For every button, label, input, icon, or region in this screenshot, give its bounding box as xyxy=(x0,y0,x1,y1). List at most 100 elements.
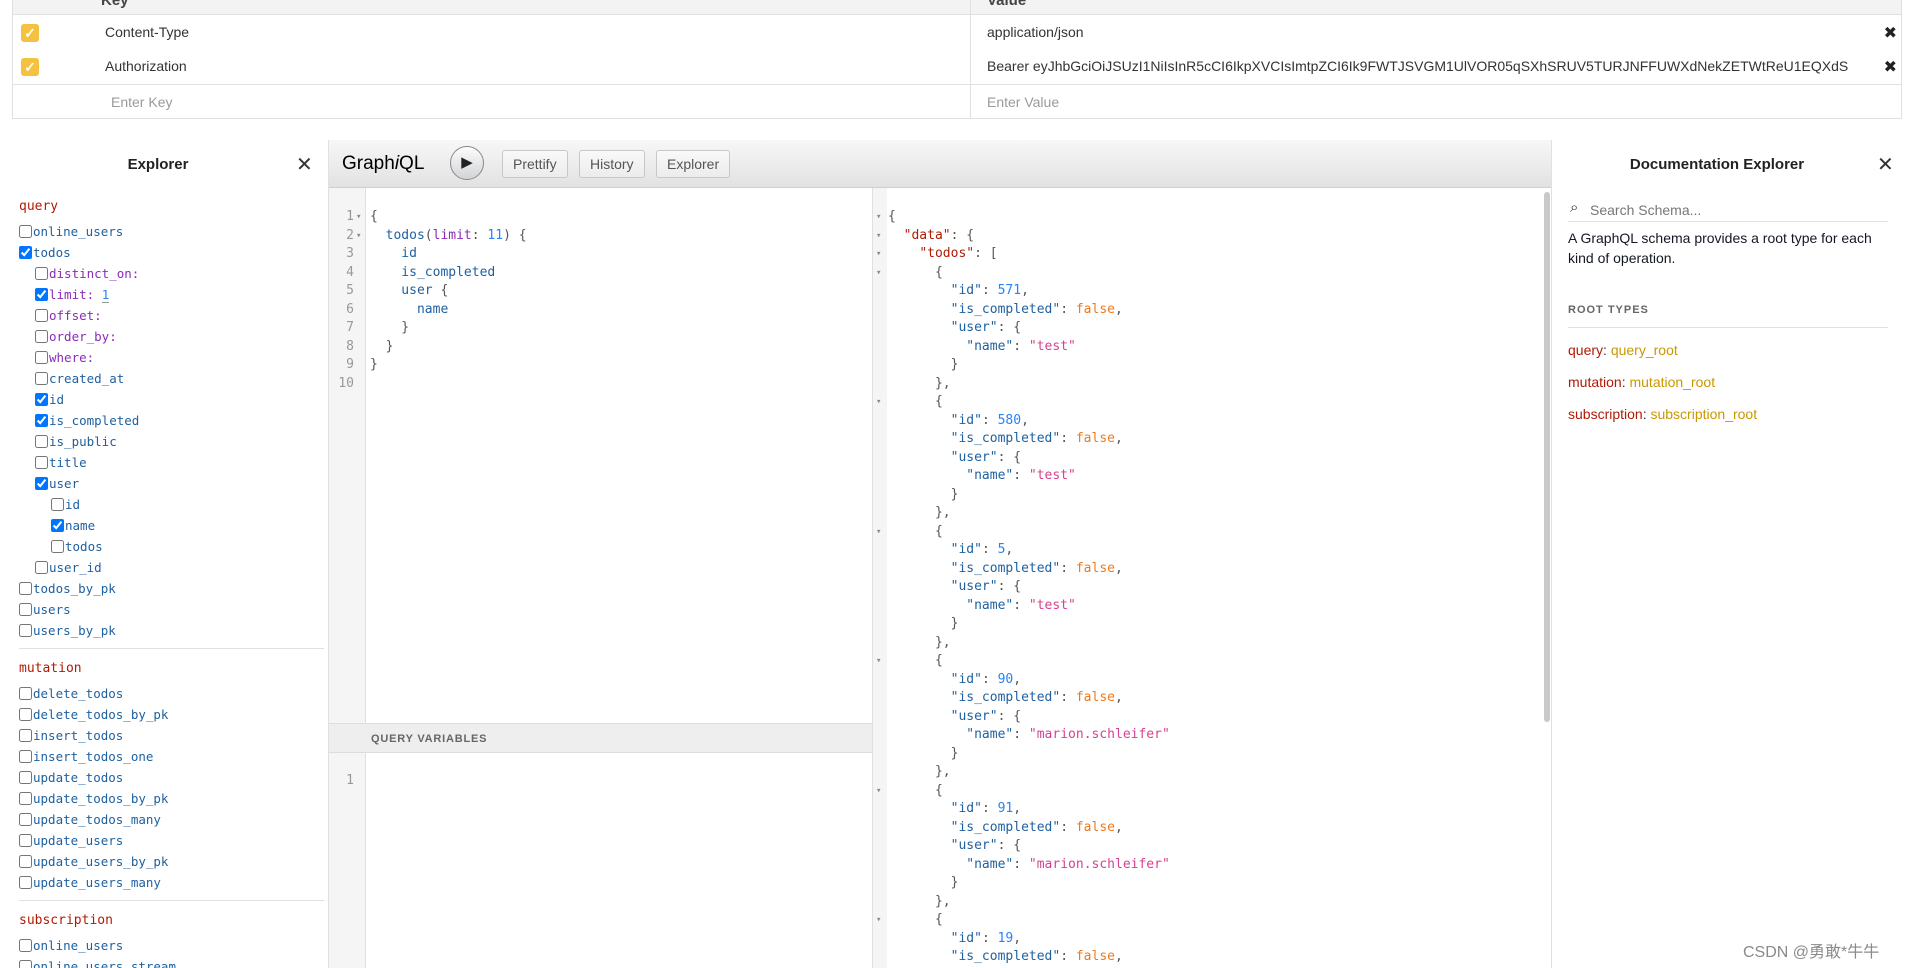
field-checkbox[interactable] xyxy=(51,498,64,511)
fold-toggle-icon[interactable]: ▾ xyxy=(874,393,888,412)
execute-query-button[interactable]: ▶ xyxy=(450,146,484,180)
root-type-link[interactable]: mutation_root xyxy=(1629,374,1715,390)
new-header-value-input[interactable]: Enter Value xyxy=(987,94,1857,110)
close-docs-icon[interactable]: ✕ xyxy=(1877,152,1894,177)
header-key[interactable]: Authorization xyxy=(105,58,187,74)
explorer-arg-where[interactable]: where: xyxy=(19,347,324,368)
field-checkbox[interactable] xyxy=(35,561,48,574)
fold-toggle-icon[interactable]: ▾ xyxy=(874,523,888,542)
fold-toggle-icon[interactable]: ▾ xyxy=(354,208,366,227)
result-scrollbar[interactable] xyxy=(1544,192,1550,722)
explorer-field-is-public[interactable]: is_public xyxy=(19,431,324,452)
fold-toggle-icon[interactable]: ▾ xyxy=(874,227,888,246)
delete-header-icon[interactable]: ✖ xyxy=(1884,23,1897,43)
fold-toggle-icon[interactable]: ▾ xyxy=(874,782,888,801)
fold-toggle-icon[interactable]: ▾ xyxy=(874,245,888,264)
explorer-field-todos[interactable]: todos xyxy=(19,242,324,263)
close-explorer-icon[interactable]: ✕ xyxy=(296,152,313,177)
field-checkbox[interactable] xyxy=(19,813,32,826)
field-checkbox[interactable] xyxy=(35,372,48,385)
new-header-key-input[interactable]: Enter Key xyxy=(111,94,172,110)
field-checkbox[interactable] xyxy=(19,876,32,889)
explorer-arg-order-by[interactable]: order_by: xyxy=(19,326,324,347)
arg-checkbox[interactable] xyxy=(35,330,48,343)
query-editor[interactable]: 1 ▾{2 ▾ todos(limit: 11) {3 id 4 is_complet… xyxy=(329,208,526,393)
explorer-field-user-id[interactable]: id xyxy=(19,494,324,515)
query-variables-bar[interactable]: QUERY VARIABLES xyxy=(329,723,872,753)
explorer-field-online-users[interactable]: online_users xyxy=(19,935,324,956)
field-checkbox[interactable] xyxy=(19,855,32,868)
explorer-field-update-todos-many[interactable]: update_todos_many xyxy=(19,809,324,830)
explorer-field-users[interactable]: users xyxy=(19,599,324,620)
fold-toggle-icon[interactable]: ▾ xyxy=(874,911,888,930)
field-checkbox[interactable] xyxy=(19,834,32,847)
field-checkbox[interactable] xyxy=(19,792,32,805)
explorer-field-online-users[interactable]: online_users xyxy=(19,221,324,242)
explorer-field-user-id-fk[interactable]: user_id xyxy=(19,557,324,578)
root-type-link[interactable]: query_root xyxy=(1611,342,1678,358)
field-checkbox[interactable] xyxy=(35,477,48,490)
explorer-button[interactable]: Explorer xyxy=(656,150,731,178)
explorer-field-delete-todos-by-pk[interactable]: delete_todos_by_pk xyxy=(19,704,324,725)
explorer-arg-limit[interactable]: limit: 1 xyxy=(19,284,324,305)
explorer-field-update-todos-by-pk[interactable]: update_todos_by_pk xyxy=(19,788,324,809)
explorer-field-update-users[interactable]: update_users xyxy=(19,830,324,851)
fold-toggle-icon[interactable]: ▾ xyxy=(354,227,366,246)
fold-toggle-icon[interactable]: ▾ xyxy=(874,652,888,671)
explorer-arg-offset[interactable]: offset: xyxy=(19,305,324,326)
arg-checkbox[interactable] xyxy=(35,267,48,280)
field-checkbox[interactable] xyxy=(35,414,48,427)
root-type-link[interactable]: subscription_root xyxy=(1650,406,1757,422)
schema-search-input[interactable]: ⌕ Search Schema... xyxy=(1568,196,1888,222)
explorer-field-title[interactable]: title xyxy=(19,452,324,473)
field-checkbox[interactable] xyxy=(19,750,32,763)
header-enabled-checkbox[interactable]: ✓ xyxy=(21,58,39,76)
field-checkbox[interactable] xyxy=(19,687,32,700)
arg-checkbox[interactable] xyxy=(35,288,48,301)
explorer-field-created-at[interactable]: created_at xyxy=(19,368,324,389)
query-variables-editor[interactable] xyxy=(371,772,866,952)
history-button[interactable]: History xyxy=(579,150,645,178)
field-checkbox[interactable] xyxy=(19,603,32,616)
field-checkbox[interactable] xyxy=(19,582,32,595)
explorer-field-insert-todos[interactable]: insert_todos xyxy=(19,725,324,746)
fold-toggle-icon[interactable]: ▾ xyxy=(874,208,888,227)
explorer-field-update-todos[interactable]: update_todos xyxy=(19,767,324,788)
field-checkbox[interactable] xyxy=(19,225,32,238)
field-checkbox[interactable] xyxy=(19,771,32,784)
field-checkbox[interactable] xyxy=(51,519,64,532)
delete-header-icon[interactable]: ✖ xyxy=(1884,57,1897,77)
explorer-field-todos-by-pk[interactable]: todos_by_pk xyxy=(19,578,324,599)
field-checkbox[interactable] xyxy=(19,939,32,952)
field-checkbox[interactable] xyxy=(35,456,48,469)
explorer-field-user[interactable]: user xyxy=(19,473,324,494)
field-checkbox[interactable] xyxy=(35,435,48,448)
field-checkbox[interactable] xyxy=(19,960,32,968)
header-value[interactable]: Bearer eyJhbGciOiJSUzI1NiIsInR5cCI6IkpXV… xyxy=(987,58,1857,74)
explorer-field-id[interactable]: id xyxy=(19,389,324,410)
explorer-field-update-users-many[interactable]: update_users_many xyxy=(19,872,324,893)
explorer-field-user-name[interactable]: name xyxy=(19,515,324,536)
header-value[interactable]: application/json xyxy=(987,24,1857,40)
header-key[interactable]: Content-Type xyxy=(105,24,189,40)
explorer-field-insert-todos-one[interactable]: insert_todos_one xyxy=(19,746,324,767)
explorer-arg-distinct-on[interactable]: distinct_on: xyxy=(19,263,324,284)
explorer-field-delete-todos[interactable]: delete_todos xyxy=(19,683,324,704)
limit-value-input[interactable]: 1 xyxy=(101,287,110,303)
explorer-field-update-users-by-pk[interactable]: update_users_by_pk xyxy=(19,851,324,872)
explorer-field-users-by-pk[interactable]: users_by_pk xyxy=(19,620,324,641)
field-checkbox[interactable] xyxy=(19,708,32,721)
field-checkbox[interactable] xyxy=(19,624,32,637)
field-checkbox[interactable] xyxy=(19,729,32,742)
field-checkbox[interactable] xyxy=(19,246,32,259)
arg-checkbox[interactable] xyxy=(35,351,48,364)
explorer-field-online-users-stream[interactable]: online_users_stream xyxy=(19,956,324,968)
header-enabled-checkbox[interactable]: ✓ xyxy=(21,24,39,42)
fold-toggle-icon[interactable]: ▾ xyxy=(874,264,888,283)
arg-checkbox[interactable] xyxy=(35,309,48,322)
prettify-button[interactable]: Prettify xyxy=(502,150,568,178)
field-checkbox[interactable] xyxy=(51,540,64,553)
field-checkbox[interactable] xyxy=(35,393,48,406)
explorer-field-user-todos[interactable]: todos xyxy=(19,536,324,557)
explorer-field-is-completed[interactable]: is_completed xyxy=(19,410,324,431)
